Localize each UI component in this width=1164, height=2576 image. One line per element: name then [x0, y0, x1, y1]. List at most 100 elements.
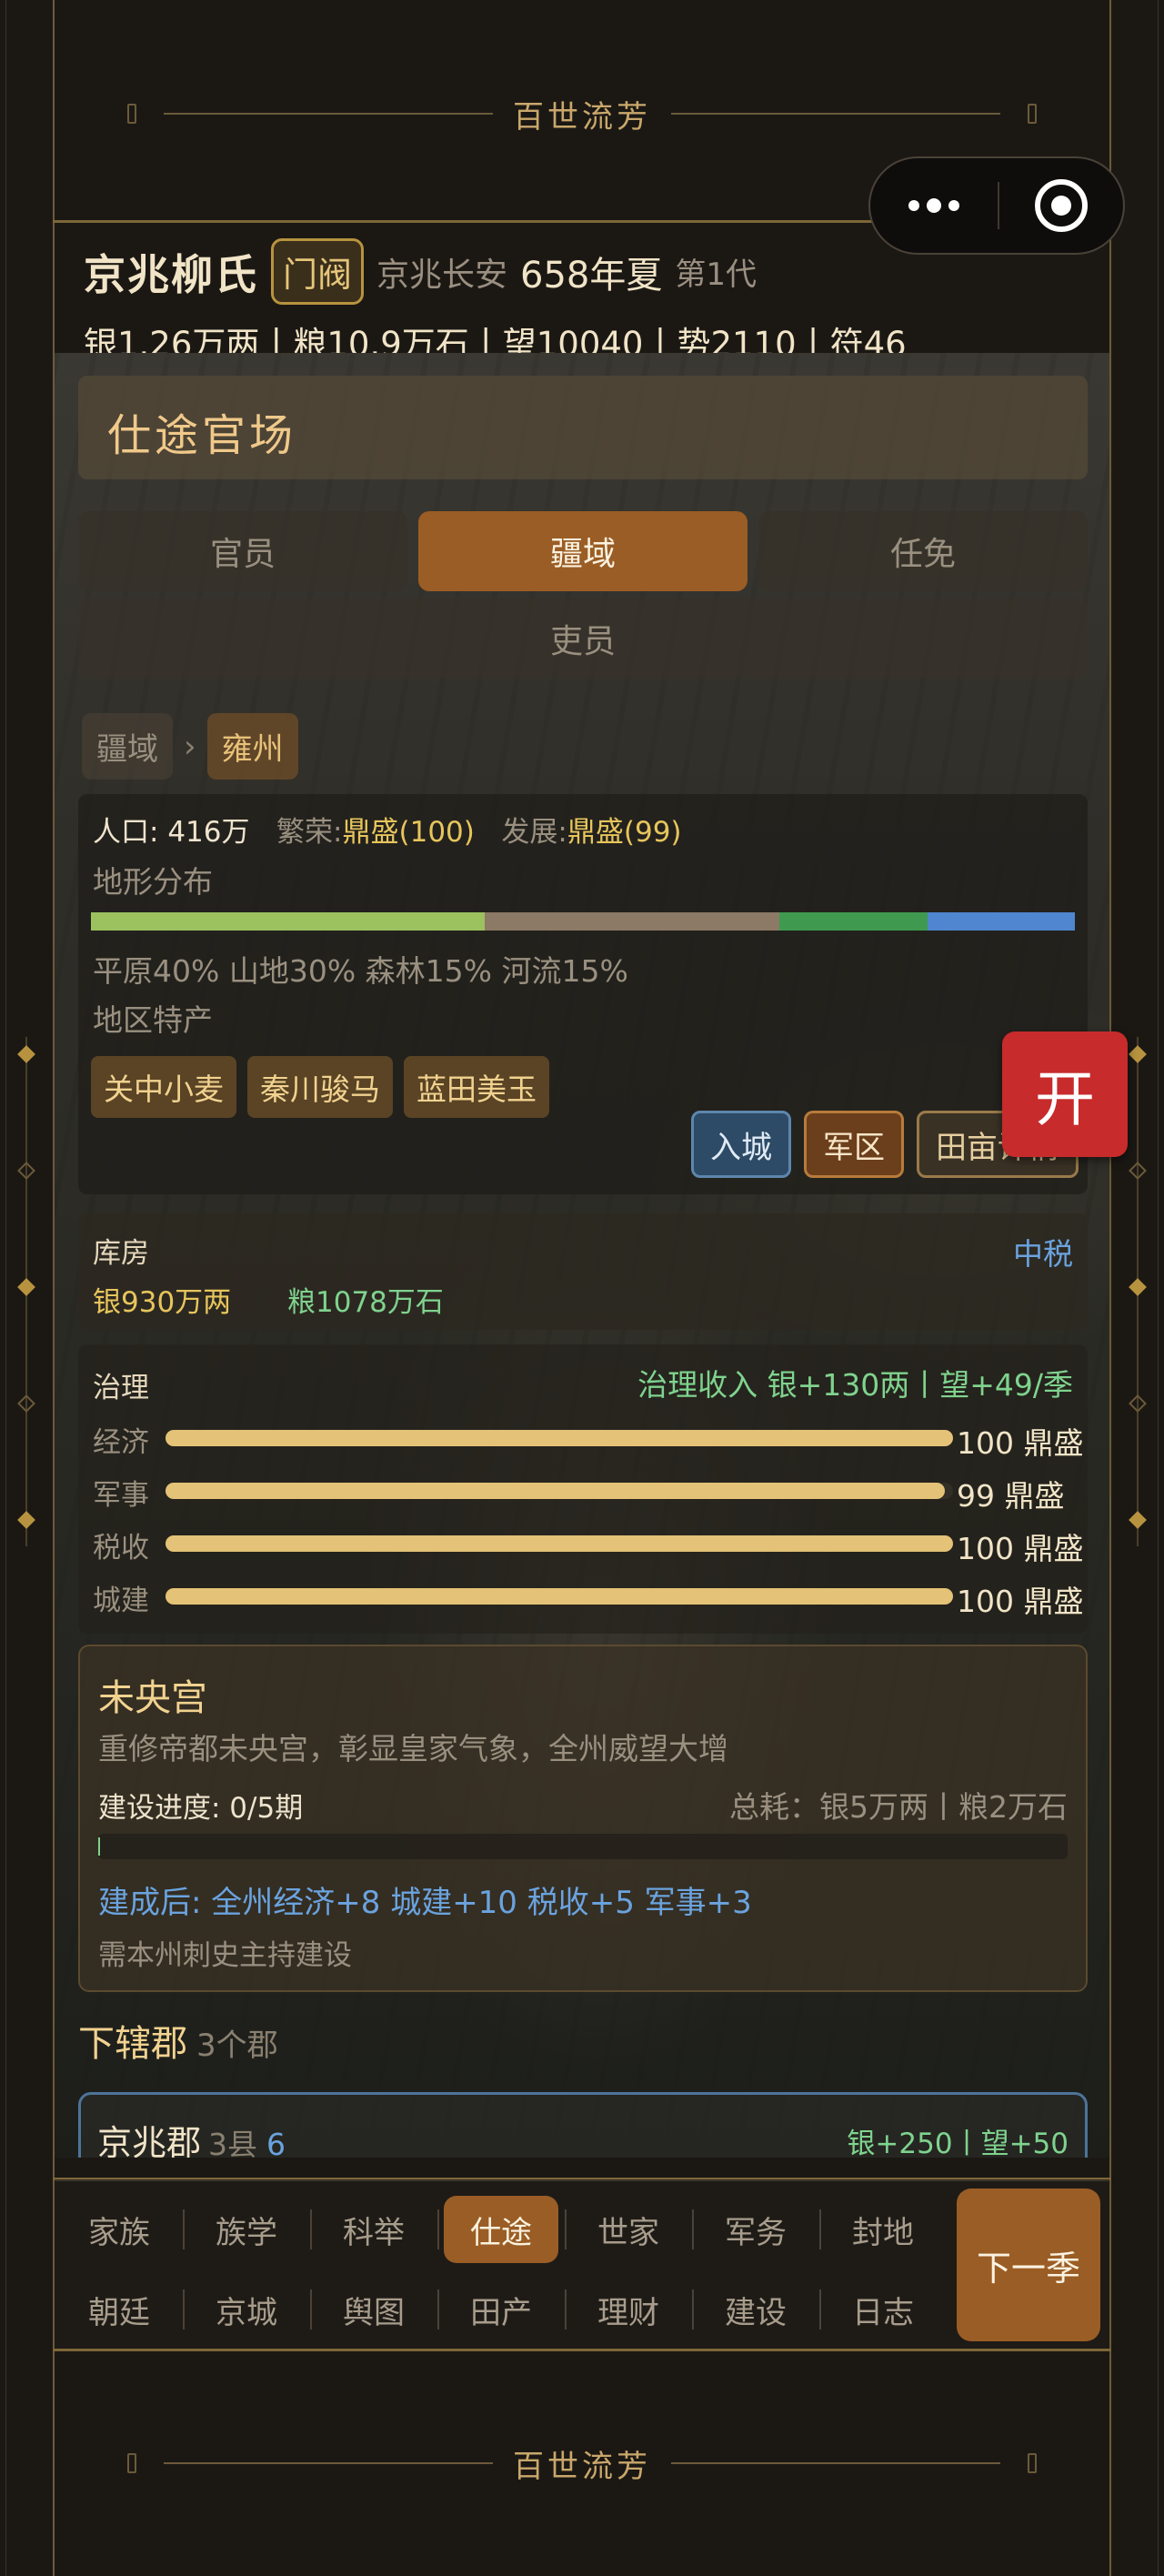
- nav-separator: [692, 2289, 694, 2329]
- development-value: 鼎盛(99): [567, 816, 682, 849]
- clan-location: 京兆长安: [376, 256, 508, 294]
- nav-separator: [565, 2209, 567, 2249]
- nav-exam[interactable]: 科举: [316, 2196, 431, 2263]
- governance-row-construction: 城建 100 鼎盛: [93, 1577, 1088, 1619]
- diamond-icon: [1129, 1511, 1147, 1529]
- governance-bar-fill: [166, 1535, 953, 1552]
- nav-separator: [437, 2289, 439, 2329]
- diamond-icon: [1129, 1394, 1147, 1413]
- governance-bar-track: [166, 1430, 953, 1446]
- game-date: 658年夏: [520, 254, 663, 297]
- nav-career[interactable]: 仕途: [444, 2196, 558, 2263]
- project-card[interactable]: 未央宫 重修帝都未央宫，彰显皇家气象，全州威望大增 建设进度: 0/5期 总耗：…: [78, 1645, 1088, 1992]
- diamond-icon: [17, 1511, 35, 1529]
- terrain-segment: [779, 912, 928, 931]
- project-title: 未央宫: [98, 1677, 207, 1719]
- main-panel: 仕途官场 官员 疆域 任免 吏员 疆域 › 雍州 人口: 416万 繁荣:鼎盛(…: [55, 353, 1109, 2158]
- nav-capital[interactable]: 京城: [189, 2276, 304, 2343]
- governance-title: 治理: [93, 1372, 149, 1404]
- nav-separator: [565, 2289, 567, 2329]
- project-description: 重修帝都未央宫，彰显皇家气象，全州威望大增: [98, 1731, 728, 1766]
- nav-log[interactable]: 日志: [826, 2276, 940, 2343]
- governance-income: 治理收入 银+130两丨望+49/季: [637, 1367, 1073, 1403]
- banner-end-cap: [1028, 2453, 1037, 2473]
- commandery-name: 京兆郡: [97, 2123, 202, 2158]
- diamond-icon: [1129, 1045, 1147, 1063]
- governance-label: 军事: [93, 1479, 149, 1512]
- more-icon[interactable]: [870, 198, 998, 213]
- frame-line-outer-right: [1158, 0, 1159, 2576]
- record-icon: [1035, 179, 1088, 232]
- terrain-segment: [91, 912, 485, 931]
- nav-separator: [692, 2209, 694, 2249]
- governance-value: 100 鼎盛: [957, 1584, 1084, 1619]
- clan-header: 京兆柳氏 门阀 京兆长安 658年夏 第1代: [84, 238, 757, 305]
- diamond-icon: [17, 1278, 35, 1296]
- nav-school[interactable]: 族学: [189, 2196, 304, 2263]
- subordinate-title: 下辖郡: [78, 2023, 187, 2065]
- treasury-card: 库房 中税 银930万两 粮1078万石: [78, 1213, 1088, 1330]
- governance-row-tax: 税收 100 鼎盛: [93, 1524, 1088, 1566]
- tab-officials[interactable]: 官员: [78, 511, 407, 591]
- nav-map[interactable]: 舆图: [316, 2276, 431, 2343]
- governance-bar-track: [166, 1535, 953, 1552]
- nav-separator: [183, 2289, 185, 2329]
- breadcrumb-current: 雍州: [206, 713, 298, 780]
- terrain-breakdown: 平原40% 山地30% 森林15% 河流15%: [93, 953, 628, 989]
- open-floating-button[interactable]: 开: [1002, 1031, 1128, 1157]
- governance-bar-track: [166, 1483, 953, 1499]
- banner-end-cap: [127, 2453, 136, 2473]
- generation: 第1代: [675, 257, 758, 293]
- nav-separator: [183, 2209, 185, 2249]
- nav-build[interactable]: 建设: [698, 2276, 813, 2343]
- footer-divider: [53, 2349, 1111, 2351]
- commandery-row[interactable]: 京兆郡 3县 6 银+250丨望+50: [78, 2092, 1088, 2158]
- region-info-card: 人口: 416万 繁荣:鼎盛(100) 发展:鼎盛(99) 地形分布 平原40%…: [78, 794, 1088, 1194]
- nav-families[interactable]: 世家: [571, 2196, 686, 2263]
- chevron-right-icon: ›: [184, 728, 196, 765]
- banner-end-cap: [127, 104, 136, 124]
- nav-separator: [819, 2209, 821, 2249]
- military-district-button[interactable]: 军区: [804, 1111, 904, 1178]
- bottom-banner: 百世流芳: [127, 2445, 1037, 2485]
- terrain-segment: [927, 912, 1075, 931]
- prosperity-value: 鼎盛(100): [342, 816, 475, 849]
- tab-clerks[interactable]: 吏员: [78, 599, 1088, 679]
- governance-label: 税收: [93, 1532, 149, 1565]
- nav-court[interactable]: 朝廷: [62, 2276, 176, 2343]
- project-cost: 总耗：银5万两丨粮2万石: [729, 1789, 1068, 1825]
- nav-clan[interactable]: 家族: [62, 2196, 176, 2263]
- governance-card: 治理 治理收入 银+130两丨望+49/季 经济 100 鼎盛 军事 99 鼎盛…: [78, 1344, 1088, 1634]
- governance-bar-fill: [166, 1483, 946, 1499]
- project-effect: 建成后: 全州经济+8 城建+10 税收+5 军事+3: [98, 1885, 752, 1921]
- nav-military[interactable]: 军务: [698, 2196, 813, 2263]
- specialty-list: 关中小麦 秦川骏马 蓝田美玉: [91, 1056, 549, 1118]
- nav-fief[interactable]: 封地: [826, 2196, 940, 2263]
- breadcrumb-root[interactable]: 疆域: [82, 713, 173, 780]
- project-progress-fill: [98, 1837, 100, 1856]
- diamond-icon: [17, 1045, 35, 1063]
- governance-value: 100 鼎盛: [957, 1531, 1084, 1566]
- tab-appointments[interactable]: 任免: [758, 511, 1088, 591]
- project-requirement: 需本州刺史主持建设: [98, 1939, 352, 1972]
- tab-territory[interactable]: 疆域: [418, 511, 748, 591]
- banner-end-cap: [1028, 104, 1037, 124]
- nav-estate[interactable]: 田产: [444, 2276, 558, 2343]
- tax-level-link[interactable]: 中税: [1013, 1230, 1073, 1273]
- enter-city-button[interactable]: 入城: [691, 1111, 791, 1178]
- next-season-button[interactable]: 下一季: [957, 2189, 1100, 2341]
- top-banner: 百世流芳: [127, 96, 1037, 136]
- nav-separator: [310, 2289, 312, 2329]
- governance-row-economy: 经济 100 鼎盛: [93, 1419, 1088, 1461]
- specialty-chip: 秦川骏马: [247, 1056, 393, 1118]
- nav-finance[interactable]: 理财: [571, 2276, 686, 2343]
- treasury-silver: 银930万两: [93, 1286, 232, 1319]
- diamond-icon: [17, 1162, 35, 1180]
- close-miniprogram-button[interactable]: [999, 179, 1123, 232]
- governance-label: 经济: [93, 1426, 149, 1459]
- breadcrumb: 疆域 › 雍州: [82, 713, 298, 780]
- bottom-nav: 家族 族学 科举 仕途 世家 军务 封地 朝廷 京城 舆图 田产 理财 建设 日…: [55, 2179, 1109, 2349]
- project-progress-label: 建设进度: 0/5期: [98, 1792, 304, 1825]
- banner-line: [671, 2462, 1000, 2464]
- terrain-bar: [91, 912, 1075, 931]
